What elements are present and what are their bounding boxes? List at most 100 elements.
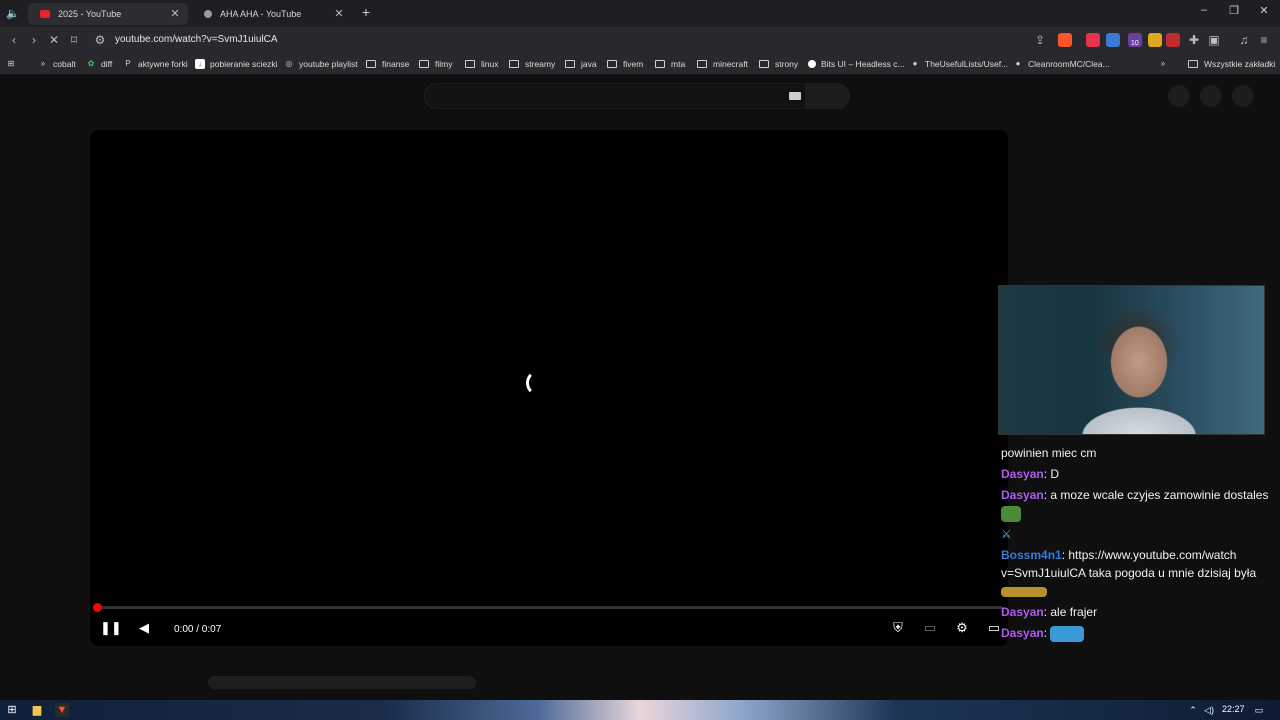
chat-username: Dasyan [1001, 605, 1044, 619]
menu-icon[interactable]: ≡ [1256, 32, 1272, 48]
download-icon: ↓ [195, 59, 205, 69]
bookmarks-bar: ⊞ » cobalt ✿ diff Paktywne forki ↓ pobieran… [0, 53, 1280, 75]
settings-gear-icon[interactable]: ⚙ [952, 618, 972, 638]
close-tab-icon[interactable]: ✕ [168, 7, 182, 20]
extension-red-icon[interactable] [1166, 33, 1180, 47]
diff-icon: ✿ [87, 59, 95, 68]
bookmark-strony[interactable]: strony [759, 57, 798, 71]
header-icon-skeleton[interactable] [1200, 85, 1222, 107]
extension-x-icon[interactable] [1086, 33, 1100, 47]
volume-icon[interactable]: ◀ [134, 618, 154, 638]
hat-emote-icon [1001, 586, 1047, 597]
new-tab-button[interactable]: + [358, 4, 374, 20]
tray-volume-icon[interactable]: ◁) [1202, 703, 1216, 717]
bookmark-minecraft[interactable]: minecraft [697, 57, 748, 71]
chat-message: Bossm4n1: https://www.youtube.com/watch … [1001, 546, 1271, 600]
tab-aha-aha-youtube[interactable]: AHA AHA - YouTube ✕ [192, 3, 352, 25]
forward-icon[interactable]: › [26, 32, 42, 48]
time-display: 0:00 / 0:07 [174, 624, 222, 635]
tab-strip: 🔈 2025 - YouTube ✕ AHA AHA - YouTube ✕ +… [0, 0, 1280, 27]
chat-message: Dasyan: [1001, 624, 1271, 642]
folder-icon [759, 60, 769, 68]
bookmark-filmy[interactable]: filmy [419, 57, 452, 71]
folder-icon [565, 60, 575, 68]
stream-chat-overlay: powinien miec cm Dasyan: D Dasyan: a moz… [1001, 444, 1271, 645]
brave-browser-icon[interactable]: ▼ [55, 703, 69, 717]
bookmark-bits-ui[interactable]: Bits UI – Headless c... [808, 57, 905, 71]
avatar-skeleton[interactable] [1232, 85, 1254, 107]
minimize-icon[interactable]: – [1194, 4, 1214, 16]
bookmark-icon[interactable]: ⌑ [66, 32, 82, 48]
notifications-icon[interactable]: ▭ [1252, 703, 1266, 717]
loading-favicon-icon [204, 10, 212, 18]
chat-message: Dasyan: a moze wcale czyjes zamowinie do… [1001, 486, 1271, 522]
subtitles-icon[interactable]: ▭ [920, 618, 940, 638]
back-icon[interactable]: ‹ [6, 32, 22, 48]
youtube-favicon-icon [40, 10, 50, 18]
speaker-icon[interactable]: 🔈 [4, 5, 22, 23]
tray-chevron-icon[interactable]: ⌃ [1186, 703, 1200, 717]
all-bookmarks[interactable]: Wszystkie zakładki [1188, 57, 1275, 71]
car-emote-icon [1050, 625, 1085, 642]
bookmark-linux[interactable]: linux [465, 57, 498, 71]
chat-message: Dasyan: D [1001, 467, 1060, 481]
chat-message: ⚔ [1001, 525, 1271, 543]
restore-icon[interactable]: ❐ [1224, 4, 1244, 17]
apps-grid-icon[interactable]: ⊞ [6, 57, 21, 71]
folder-icon [465, 60, 475, 68]
file-explorer-icon[interactable]: ▆ [30, 703, 44, 717]
share-icon[interactable]: ⇪ [1032, 32, 1048, 48]
bookmark-java[interactable]: java [565, 57, 597, 71]
site-settings-icon[interactable]: ⚙ [92, 32, 108, 48]
pause-icon[interactable]: ❚❚ [100, 618, 122, 638]
shield-icon[interactable]: ⛨ [888, 618, 908, 638]
globe-icon: ◎ [285, 59, 293, 68]
bookmarks-overflow-icon[interactable]: » [1158, 57, 1173, 71]
tab-2025-youtube[interactable]: 2025 - YouTube ✕ [28, 3, 188, 25]
bookmark-finanse[interactable]: finanse [366, 57, 409, 71]
dot-icon [808, 60, 816, 68]
close-window-icon[interactable]: ✕ [1254, 4, 1274, 17]
browser-toolbar: ‹ › ✕ ⌑ ⚙ youtube.com/watch?v=SvmJ1uiulC… [0, 27, 1280, 53]
extensions-puzzle-icon[interactable]: ✚ [1186, 32, 1202, 48]
extension-wave-icon[interactable] [1106, 33, 1120, 47]
chat-username: Dasyan [1001, 467, 1044, 481]
chat-message: powinien miec cm [1001, 446, 1097, 460]
title-skeleton [208, 676, 476, 689]
chat-username: Bossm4n1 [1001, 548, 1062, 562]
github-icon: ● [1015, 59, 1021, 68]
sidebar-icon[interactable]: ▣ [1206, 32, 1222, 48]
keyboard-icon[interactable] [789, 92, 801, 100]
bookmark-cobalt[interactable]: » cobalt [38, 57, 76, 71]
bookmark-youtube-playlist[interactable]: ◎ youtube playlist [284, 57, 358, 71]
media-icon[interactable]: ♫ [1236, 32, 1252, 48]
taskbar-clock[interactable]: 22:27 [1222, 704, 1245, 714]
address-bar[interactable]: youtube.com/watch?v=SvmJ1uiulCA [115, 34, 278, 45]
bookmark-cleanroommc[interactable]: ● CleanroomMC/Clea... [1013, 57, 1110, 71]
folder-icon [607, 60, 617, 68]
bookmark-diff[interactable]: ✿ diff [86, 57, 113, 71]
bookmark-streamy[interactable]: streamy [509, 57, 555, 71]
cobalt-icon: » [40, 59, 46, 68]
tab-title: AHA AHA - YouTube [220, 9, 302, 19]
bookmark-pobieranie-sciezki[interactable]: ↓ pobieranie sciezki [195, 57, 278, 71]
chat-username: Dasyan [1001, 626, 1044, 640]
video-player[interactable]: ❚❚ ◀ 0:00 / 0:07 ⛨ ▭ ⚙ ▭ [90, 130, 1008, 646]
bookmark-aktywne-forki[interactable]: Paktywne forki [123, 57, 187, 71]
header-icon-skeleton[interactable] [1168, 85, 1190, 107]
close-tab-icon[interactable]: ✕ [332, 7, 346, 20]
search-button-skeleton[interactable] [805, 84, 849, 108]
tab-title: 2025 - YouTube [58, 9, 122, 19]
p-icon: P [125, 59, 131, 68]
windows-start-icon[interactable]: ⊞ [5, 703, 19, 717]
bookmark-mta[interactable]: mta [655, 57, 685, 71]
folder-icon [509, 60, 519, 68]
search-bar-skeleton[interactable] [424, 83, 850, 109]
progress-bar[interactable] [93, 603, 1002, 612]
scrubber-handle[interactable] [93, 603, 102, 612]
extension-yellow-icon[interactable] [1148, 33, 1162, 47]
bookmark-theusefullists[interactable]: ● TheUsefulLists/Usef... [910, 57, 1009, 71]
bookmark-fivem[interactable]: fivem [607, 57, 643, 71]
brave-shields-icon[interactable] [1058, 33, 1072, 47]
stop-icon[interactable]: ✕ [46, 32, 62, 48]
